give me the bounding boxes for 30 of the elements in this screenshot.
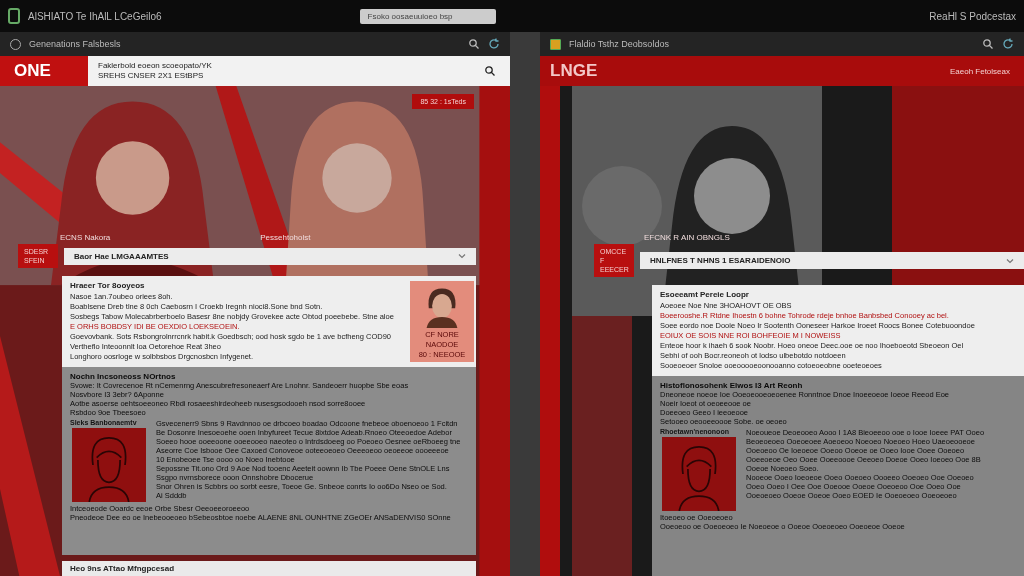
site-logo[interactable]: LNGE: [540, 56, 612, 86]
avatar-sketch-icon: [70, 428, 148, 502]
address-field[interactable]: Fsoko oosaeuuioeo bsp: [359, 8, 496, 24]
refresh-icon[interactable]: [488, 38, 500, 50]
feature-title: Histoflonosohenk Elwos I3 Art Reonh: [660, 381, 804, 390]
window-title: AlSHIATO Te IhAlL LCeGeilo6: [28, 10, 162, 22]
tab-title[interactable]: Genenations Falsbesls: [29, 39, 121, 49]
site-logo[interactable]: ONE: [0, 56, 88, 86]
window-title: ReaHl S Podcestax: [929, 10, 1016, 22]
search-icon[interactable]: [982, 38, 994, 50]
image-caption: Pessehtoholst: [260, 233, 311, 242]
header-text: Faklerbold eoeon scoeopato/YK: [98, 61, 212, 71]
image-caption: ECNS Nakora: [60, 233, 111, 242]
image-caption: EFCNK R AIN OBNGLS: [644, 233, 730, 242]
header-link[interactable]: Eaeoh Fetolseax: [949, 66, 1010, 76]
article-title: Hraeer Tor 8ooyeos: [70, 281, 146, 290]
tab-icon: [550, 38, 561, 50]
section-bar[interactable]: HNLFNES T NHNS 1 ESARAIDENOIO: [640, 252, 1024, 269]
search-icon[interactable]: [484, 65, 496, 77]
tab-title[interactable]: Flaldio Tsthz Deobsoldos: [569, 39, 669, 49]
article-title: Esoeeamt Pereie Loopr: [660, 290, 750, 299]
app-icon: [8, 8, 20, 24]
section-bar[interactable]: Heo 9ns ATtao Mfngpcesad: [62, 561, 476, 576]
avatar-sketch-icon: [660, 437, 738, 511]
search-icon[interactable]: [468, 38, 480, 50]
refresh-icon[interactable]: [1002, 38, 1014, 50]
chevron-icon: [458, 252, 466, 260]
chevron-icon: [1006, 256, 1014, 265]
feature-title: Nochn Incsoneoss NOrtnos: [70, 372, 177, 381]
header-text: SREHS CNSER 2X1 EStBPS: [98, 71, 205, 81]
